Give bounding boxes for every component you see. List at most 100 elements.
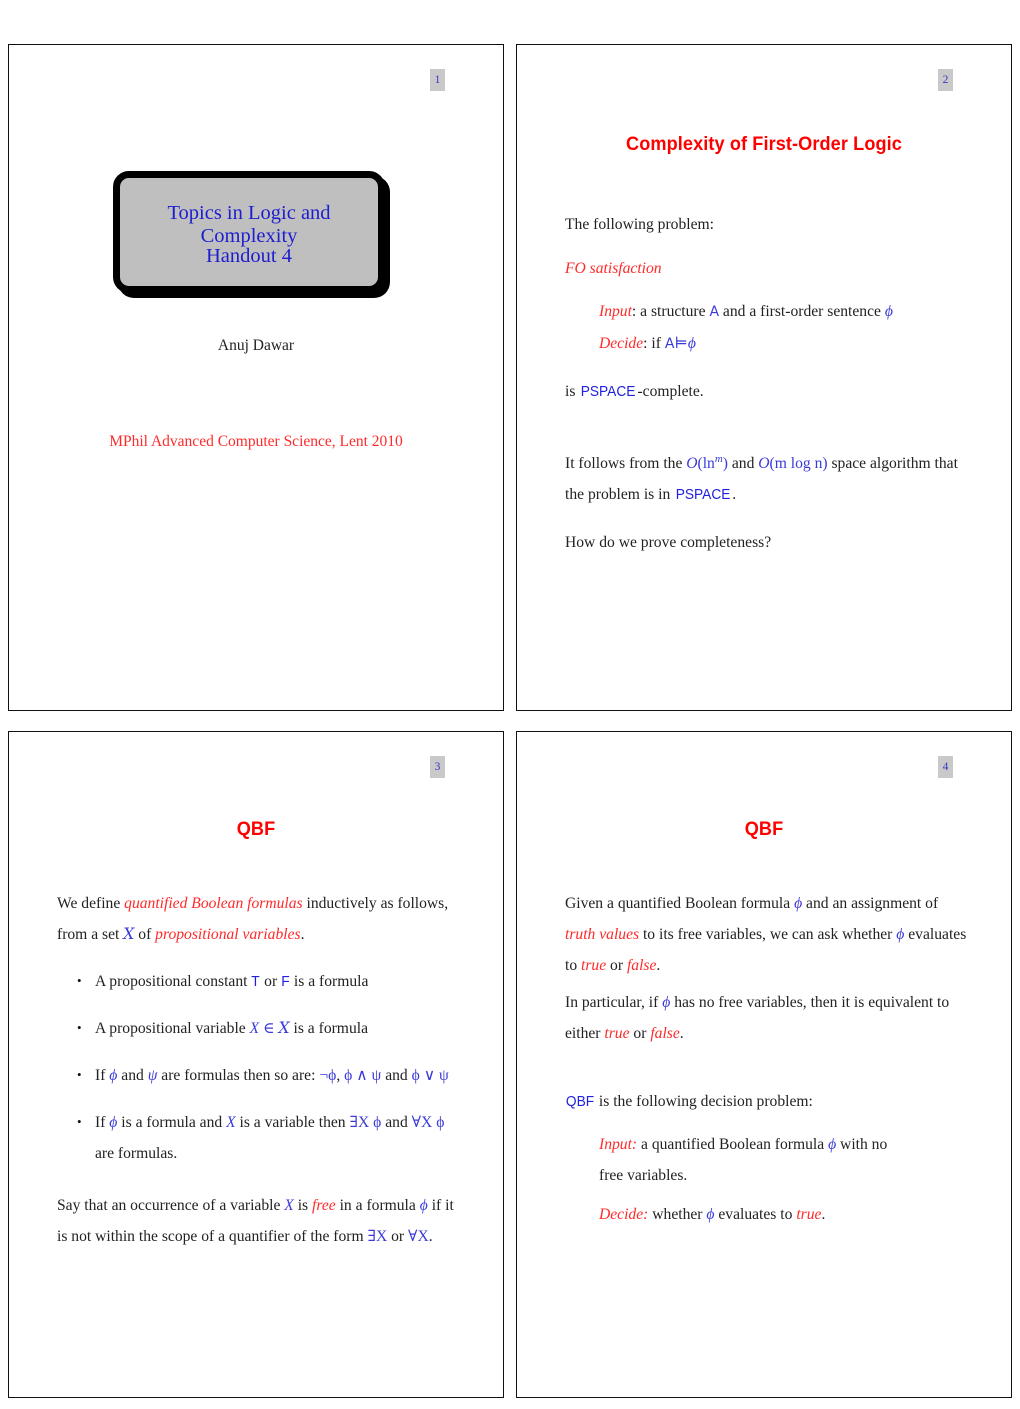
phi-symbol: ϕ: [419, 1197, 428, 1214]
slide-3-heading: QBF: [236, 818, 276, 840]
variable-set-symbol: 𝑋: [278, 1020, 290, 1037]
intro-d: .: [300, 926, 305, 943]
input-text-b: and a first-order sentence: [719, 303, 885, 320]
structure-symbol: A: [709, 304, 720, 320]
true-term: true: [604, 1025, 630, 1042]
propositional-variables-term: propositional variables: [155, 926, 301, 943]
input-label: Input:: [599, 1136, 638, 1153]
closing-f: .: [428, 1228, 433, 1245]
negation-formula: ¬ϕ: [319, 1067, 337, 1084]
bullet-4-b: is a formula and: [117, 1114, 227, 1131]
bullet-3-a: If: [95, 1067, 110, 1084]
psi-symbol: ψ: [147, 1067, 158, 1084]
element-of-symbol: ∈: [263, 1020, 275, 1037]
qbf-decision-problem-intro: QBF is the following decision problem:: [565, 1086, 970, 1118]
list-item: • A propositional variable X ∈ 𝑋 is a for…: [77, 1013, 465, 1044]
variable-set-symbol: 𝑋: [123, 926, 135, 943]
qbf-evaluation-paragraph: Given a quantified Boolean formula ϕ and…: [565, 888, 970, 981]
p3-text: is the following decision problem:: [595, 1093, 813, 1110]
follows-b: and: [727, 455, 759, 473]
bullet-2-a: A propositional variable: [95, 1020, 250, 1037]
closing-a: Say that an occurrence of a variable: [57, 1197, 285, 1214]
forall-formula: ∀X ϕ: [411, 1114, 445, 1131]
closing-e: or: [387, 1228, 409, 1245]
bullet-1-b: or: [260, 973, 282, 990]
bullet-4-c: is a variable then: [235, 1114, 350, 1131]
forall-quantifier: ∀X: [408, 1228, 429, 1245]
input-a: a quantified Boolean formula: [637, 1136, 829, 1153]
constant-true-symbol: T: [251, 974, 261, 990]
intro-c: of: [134, 926, 156, 943]
bullet-3-b: and: [117, 1067, 148, 1084]
complexity-class-pspace-2: PSPACE: [675, 487, 731, 504]
closing-c: in a formula: [335, 1197, 420, 1214]
bound-1-arg: (ln: [697, 455, 715, 473]
p2-a: In particular, if: [565, 994, 663, 1011]
true-term: true: [581, 957, 607, 974]
bound-2-fn: O: [758, 455, 770, 473]
author-name: Anuj Dawar: [217, 337, 295, 354]
bullet-3-e: and: [381, 1067, 412, 1084]
slide-2-heading: Complexity of First-Order Logic: [626, 133, 902, 155]
variable-x-symbol: X: [226, 1114, 236, 1131]
bullet-3-c: are formulas then so are:: [157, 1067, 320, 1084]
p2-c: or: [629, 1025, 651, 1042]
decide-b: evaluates to: [714, 1206, 797, 1223]
slide-2-intro-text: The following problem:: [565, 216, 714, 233]
p1-e: or: [606, 957, 627, 974]
phi-symbol: ϕ: [884, 303, 893, 320]
decide-label: Decide: [599, 335, 644, 352]
slide-4: 4 QBF Given a quantified Boolean formula…: [516, 731, 1012, 1398]
decide-a: whether: [648, 1206, 707, 1223]
free-variable-paragraph: Say that an occurrence of a variable X i…: [57, 1190, 462, 1252]
handout-page: 1 Topics in Logic and Complexity Handout…: [0, 0, 1020, 1409]
course-label: MPhil Advanced Computer Science, Lent 20…: [109, 433, 403, 450]
follows-d: .: [732, 486, 737, 504]
fo-decide-row: Decide: if A⊨ϕ: [599, 328, 979, 360]
phi-symbol: ϕ: [794, 895, 803, 912]
free-term: free: [312, 1197, 336, 1214]
exists-quantifier: ∃X: [367, 1228, 388, 1245]
bullet-4-d: and: [381, 1114, 412, 1131]
input-text-a: : a structure: [631, 303, 710, 320]
slide-1: 1 Topics in Logic and Complexity Handout…: [8, 44, 504, 711]
p1-c: to its free variables, we can ask whethe…: [639, 926, 897, 943]
qbf-term: quantified Boolean formulas: [124, 895, 303, 912]
variable-x-symbol: X: [249, 1020, 260, 1037]
bullet-dot-icon: •: [77, 1020, 82, 1035]
bullet-2-c: is a formula: [289, 1020, 369, 1037]
fo-satisfaction-name: FO satisfaction: [565, 260, 662, 277]
phi-symbol: ϕ: [828, 1136, 837, 1153]
slide-2-intro: The following problem:: [565, 209, 965, 240]
slide-4-heading: QBF: [744, 818, 784, 840]
bound-1-fn: O: [686, 455, 698, 473]
true-term: true: [796, 1206, 822, 1223]
completeness-question: How do we prove completeness?: [565, 527, 965, 558]
p2-d: .: [679, 1025, 684, 1042]
decide-label: Decide:: [599, 1206, 649, 1223]
page-number-badge-4: 4: [938, 756, 953, 778]
space-algorithm-paragraph: It follows from the O(lnm) and O(m log n…: [565, 444, 965, 511]
slide-3: 3 QBF We define quantified Boolean formu…: [8, 731, 504, 1398]
bullet-dot-icon: •: [77, 973, 82, 988]
qbf-decide-row: Decide: whether ϕ evaluates to true.: [599, 1199, 949, 1230]
p1-b: and an assignment of: [802, 895, 939, 912]
handout-title-line-1: Topics in Logic and Complexity: [167, 202, 331, 247]
p1-a: Given a quantified Boolean formula: [565, 895, 795, 912]
fo-input-row: Input: a structure A and a first-order s…: [599, 296, 979, 328]
exists-formula: ∃X ϕ: [349, 1114, 382, 1131]
completeness-suffix: -complete.: [637, 383, 704, 400]
decide-text-a: : if: [643, 335, 665, 352]
qbf-input-row: Input: a quantified Boolean formula ϕ wi…: [599, 1129, 909, 1191]
bullet-1-a: A propositional constant: [95, 973, 252, 990]
conjunction-formula: ϕ ∧ ψ: [344, 1067, 382, 1084]
decide-structure-symbol: A: [664, 336, 675, 352]
bullet-3-d: ,: [336, 1067, 345, 1084]
models-symbol: ⊨: [674, 335, 688, 352]
list-item: • If ϕ and ψ are formulas then so are: ¬ϕ…: [77, 1060, 470, 1091]
page-number-badge-3: 3: [430, 756, 445, 778]
title-box: Topics in Logic and Complexity Handout 4: [113, 171, 385, 293]
constant-false-symbol: F: [281, 974, 290, 990]
bound-1-exponent: m: [714, 453, 723, 465]
variable-x-symbol: X: [284, 1197, 294, 1214]
